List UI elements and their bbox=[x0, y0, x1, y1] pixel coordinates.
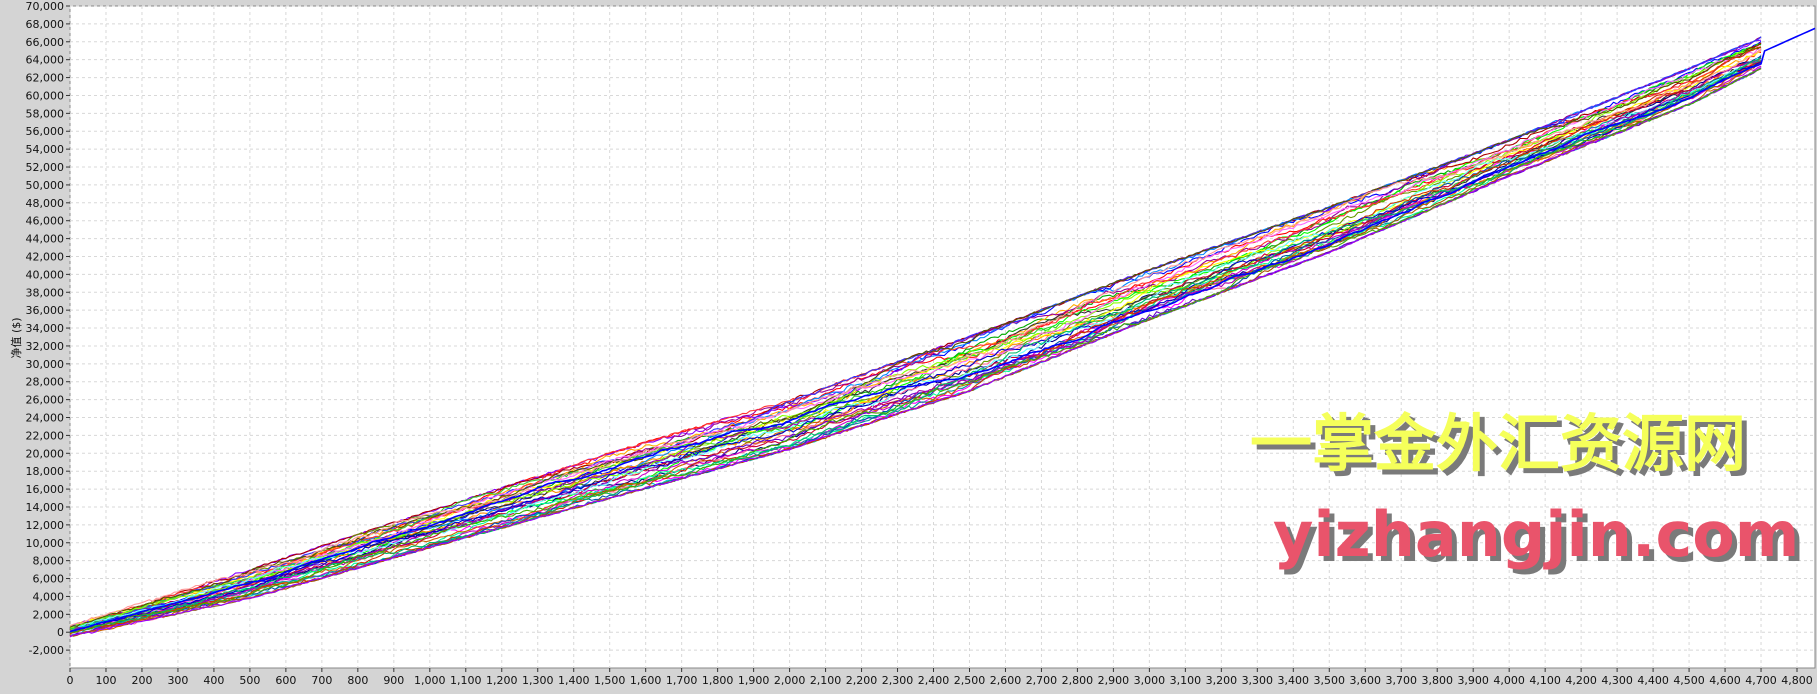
x-tick-label: 700 bbox=[311, 674, 332, 687]
x-tick-label: 4,200 bbox=[1565, 674, 1597, 687]
x-tick-label: 4,400 bbox=[1637, 674, 1669, 687]
x-tick-label: 2,200 bbox=[846, 674, 878, 687]
watermark-cn: 一掌金外汇资源网 bbox=[1250, 407, 1746, 480]
y-tick-label: 52,000 bbox=[26, 161, 65, 174]
x-tick-label: 300 bbox=[167, 674, 188, 687]
x-tick-label: 900 bbox=[383, 674, 404, 687]
x-tick-label: 2,500 bbox=[954, 674, 986, 687]
y-tick-label: 40,000 bbox=[26, 268, 65, 281]
y-tick-label: 50,000 bbox=[26, 179, 65, 192]
x-tick-label: 4,600 bbox=[1709, 674, 1741, 687]
y-tick-label: 4,000 bbox=[33, 590, 65, 603]
y-tick-label: 6,000 bbox=[33, 573, 65, 586]
y-tick-label: 34,000 bbox=[26, 322, 65, 335]
x-tick-label: 500 bbox=[239, 674, 260, 687]
y-tick-label: 26,000 bbox=[26, 394, 65, 407]
x-tick-label: 1,800 bbox=[702, 674, 734, 687]
y-tick-label: 10,000 bbox=[26, 537, 65, 550]
y-tick-label: 54,000 bbox=[26, 143, 65, 156]
y-tick-label: 14,000 bbox=[26, 501, 65, 514]
x-tick-label: 3,300 bbox=[1242, 674, 1274, 687]
x-tick-label: 3,800 bbox=[1421, 674, 1453, 687]
y-tick-label: 68,000 bbox=[26, 18, 65, 31]
x-tick-label: 2,600 bbox=[990, 674, 1022, 687]
y-tick-label: -2,000 bbox=[29, 644, 64, 657]
x-tick-label: 200 bbox=[131, 674, 152, 687]
y-tick-label: 38,000 bbox=[26, 286, 65, 299]
watermark-url: yizhangjin.com bbox=[1273, 498, 1799, 571]
y-tick-label: 36,000 bbox=[26, 304, 65, 317]
x-tick-label: 1,200 bbox=[486, 674, 518, 687]
y-tick-label: 0 bbox=[57, 626, 64, 639]
equity-curve-chart: -2,000 0 2,000 4,000 6,000 8,000 10,000 12,000 1… bbox=[0, 0, 1817, 690]
y-tick-label: 28,000 bbox=[26, 376, 65, 389]
x-tick-label: 2,800 bbox=[1062, 674, 1094, 687]
chart-container: -2,000 0 2,000 4,000 6,000 8,000 10,000 12,000 1… bbox=[0, 0, 1817, 690]
x-tick-label: 1,500 bbox=[594, 674, 626, 687]
y-tick-label: 56,000 bbox=[26, 125, 65, 138]
y-tick-label: 44,000 bbox=[26, 233, 65, 246]
x-tick-label: 2,700 bbox=[1026, 674, 1058, 687]
x-tick-label: 2,900 bbox=[1098, 674, 1130, 687]
y-tick-label: 48,000 bbox=[26, 197, 65, 210]
y-axis-label: 净值 ($) bbox=[9, 317, 23, 358]
x-tick-label: 3,500 bbox=[1314, 674, 1346, 687]
x-tick-label: 1,900 bbox=[738, 674, 770, 687]
x-tick-label: 1,400 bbox=[558, 674, 590, 687]
x-tick-label: 600 bbox=[275, 674, 296, 687]
y-tick-label: 66,000 bbox=[26, 36, 65, 49]
x-tick-label: 1,600 bbox=[630, 674, 662, 687]
x-tick-label: 0 bbox=[67, 674, 74, 687]
x-tick-label: 100 bbox=[95, 674, 116, 687]
x-tick-label: 400 bbox=[203, 674, 224, 687]
y-tick-label: 70,000 bbox=[26, 0, 65, 13]
x-tick-label: 3,000 bbox=[1134, 674, 1166, 687]
y-tick-label: 22,000 bbox=[26, 429, 65, 442]
x-tick-label: 3,900 bbox=[1457, 674, 1489, 687]
x-tick-label: 4,100 bbox=[1529, 674, 1561, 687]
y-axis: -2,000 0 2,000 4,000 6,000 8,000 10,000 12,000 1… bbox=[26, 0, 70, 657]
y-tick-label: 2,000 bbox=[33, 608, 65, 621]
x-tick-label: 2,400 bbox=[918, 674, 950, 687]
x-tick-label: 3,600 bbox=[1350, 674, 1382, 687]
x-tick-label: 3,200 bbox=[1206, 674, 1238, 687]
y-tick-label: 46,000 bbox=[26, 215, 65, 228]
x-tick-label: 1,700 bbox=[666, 674, 698, 687]
x-tick-label: 4,800 bbox=[1781, 674, 1813, 687]
y-tick-label: 30,000 bbox=[26, 358, 65, 371]
y-tick-label: 58,000 bbox=[26, 107, 65, 120]
y-tick-label: 32,000 bbox=[26, 340, 65, 353]
x-tick-label: 4,000 bbox=[1493, 674, 1525, 687]
y-tick-label: 12,000 bbox=[26, 519, 65, 532]
y-tick-label: 20,000 bbox=[26, 447, 65, 460]
y-tick-label: 62,000 bbox=[26, 72, 65, 85]
x-tick-label: 4,500 bbox=[1673, 674, 1705, 687]
x-tick-label: 3,700 bbox=[1385, 674, 1417, 687]
y-tick-label: 42,000 bbox=[26, 250, 65, 263]
y-tick-label: 24,000 bbox=[26, 412, 65, 425]
x-tick-label: 3,100 bbox=[1170, 674, 1202, 687]
x-tick-label: 1,000 bbox=[414, 674, 446, 687]
x-tick-label: 2,100 bbox=[810, 674, 842, 687]
x-tick-label: 2,300 bbox=[882, 674, 914, 687]
x-tick-label: 2,000 bbox=[774, 674, 806, 687]
x-tick-label: 1,300 bbox=[522, 674, 554, 687]
y-tick-label: 64,000 bbox=[26, 54, 65, 67]
x-tick-label: 1,100 bbox=[450, 674, 482, 687]
x-tick-label: 4,700 bbox=[1745, 674, 1777, 687]
y-tick-label: 18,000 bbox=[26, 465, 65, 478]
y-tick-label: 60,000 bbox=[26, 89, 65, 102]
x-tick-label: 3,400 bbox=[1278, 674, 1310, 687]
x-tick-label: 800 bbox=[347, 674, 368, 687]
y-tick-label: 16,000 bbox=[26, 483, 65, 496]
y-tick-label: 8,000 bbox=[33, 555, 65, 568]
x-tick-label: 4,300 bbox=[1601, 674, 1633, 687]
